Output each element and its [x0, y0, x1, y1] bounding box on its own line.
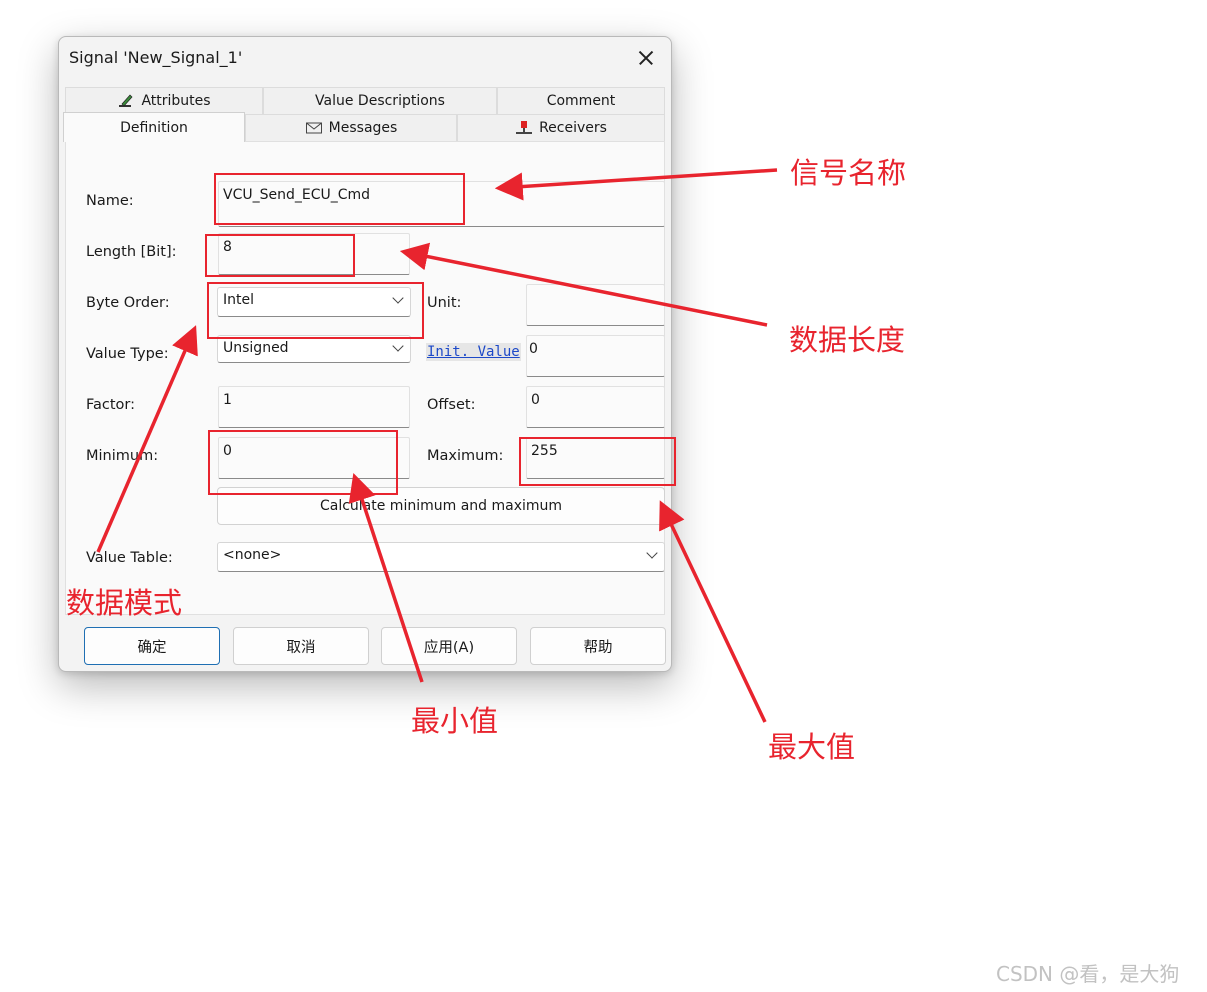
name-highlight-box — [214, 173, 465, 225]
annotation-signal-name: 信号名称 — [790, 156, 907, 190]
tab-value-descriptions[interactable]: Value Descriptions — [263, 87, 497, 114]
maximum-label: Maximum: — [427, 448, 504, 464]
chevron-down-icon — [646, 547, 658, 559]
ok-button[interactable]: 确定 — [84, 627, 220, 665]
byte-order-label: Byte Order: — [86, 295, 170, 311]
tab-label: Value Descriptions — [315, 93, 445, 109]
cancel-button[interactable]: 取消 — [233, 627, 369, 665]
init-value-input[interactable]: 0 — [526, 335, 665, 377]
signal-dialog: Signal 'New_Signal_1' Attributes Value D… — [58, 36, 672, 672]
tab-label: Comment — [546, 93, 616, 109]
minimum-highlight-box — [208, 430, 398, 495]
value-type-label: Value Type: — [86, 346, 169, 362]
length-label: Length [Bit]: — [86, 244, 177, 260]
tab-definition[interactable]: Definition — [63, 112, 245, 142]
value-table-value: <none> — [223, 547, 282, 563]
offset-label: Offset: — [427, 397, 476, 413]
tab-label: Messages — [328, 120, 398, 136]
apply-button[interactable]: 应用(A) — [381, 627, 517, 665]
annotation-max-value: 最大值 — [768, 730, 856, 764]
title-bar: Signal 'New_Signal_1' — [59, 37, 671, 81]
unit-input[interactable] — [526, 284, 665, 326]
name-label: Name: — [86, 193, 134, 209]
envelope-icon — [305, 120, 323, 136]
watermark: CSDN @看，是大狗 — [996, 962, 1180, 986]
minimum-label: Minimum: — [86, 448, 159, 464]
annotation-data-mode: 数据模式 — [66, 586, 183, 620]
factor-input[interactable]: 1 — [218, 386, 410, 428]
length-highlight-box — [205, 234, 355, 277]
tab-comment[interactable]: Comment — [497, 87, 665, 114]
pencil-icon — [117, 93, 135, 109]
offset-input[interactable]: 0 — [526, 386, 665, 428]
tab-label: Receivers — [539, 120, 607, 136]
init-value-link[interactable]: Init. Value — [426, 343, 521, 361]
tab-attributes[interactable]: Attributes — [65, 87, 263, 114]
annotation-data-length: 数据长度 — [789, 323, 906, 357]
tab-label: Definition — [120, 119, 188, 136]
tab-label: Attributes — [141, 93, 211, 109]
factor-label: Factor: — [86, 397, 136, 413]
annotation-min-value: 最小值 — [411, 704, 499, 738]
chevron-down-icon — [392, 340, 404, 352]
receiver-icon — [515, 120, 533, 136]
maximum-highlight-box — [519, 437, 676, 486]
byte-order-highlight-box — [207, 282, 424, 339]
value-table-select[interactable]: <none> — [217, 542, 665, 572]
value-type-value: Unsigned — [223, 340, 289, 356]
tab-receivers[interactable]: Receivers — [457, 114, 665, 141]
close-icon[interactable] — [631, 43, 661, 73]
help-button[interactable]: 帮助 — [530, 627, 666, 665]
value-type-select[interactable]: Unsigned — [217, 335, 411, 363]
tab-messages[interactable]: Messages — [245, 114, 457, 141]
arrow-to-maximum — [659, 500, 767, 723]
value-table-label: Value Table: — [86, 550, 173, 566]
dialog-title: Signal 'New_Signal_1' — [69, 48, 243, 67]
unit-label: Unit: — [427, 295, 462, 311]
